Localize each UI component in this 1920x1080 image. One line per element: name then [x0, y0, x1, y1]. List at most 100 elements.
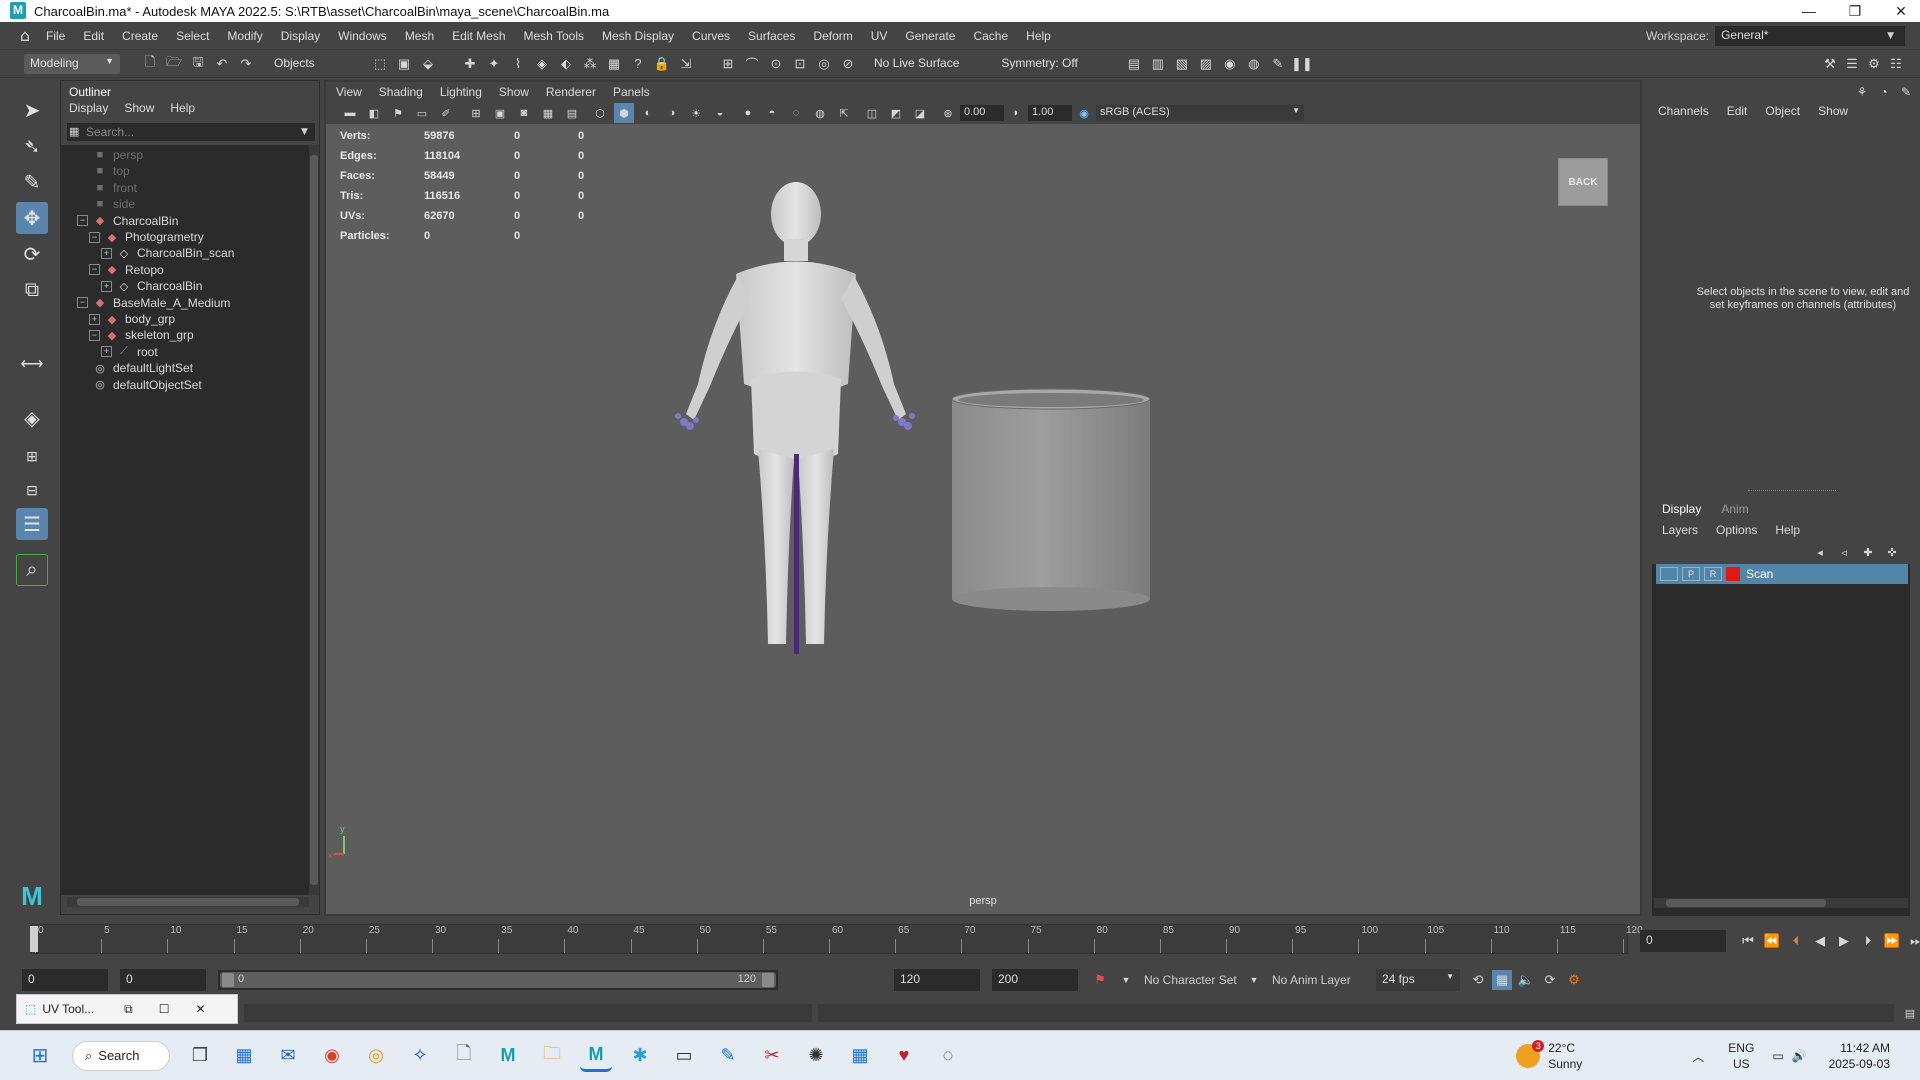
panel-splitter[interactable]	[1748, 490, 1836, 491]
layer-menu-item-1[interactable]: Options	[1716, 523, 1757, 537]
textured-icon[interactable]: ◑	[662, 103, 682, 123]
depth-of-field-icon[interactable]: ◍	[810, 103, 830, 123]
shadows-icon[interactable]: ◒	[710, 103, 730, 123]
ipr-render-icon[interactable]: ▧	[1172, 54, 1192, 74]
weather-widget[interactable]: 22°C Sunny	[1548, 1040, 1582, 1072]
channel-box-menu-item-2[interactable]: Object	[1765, 104, 1800, 118]
channel-box-menu-item-0[interactable]: Channels	[1658, 104, 1709, 118]
menu-item-15[interactable]: Generate	[905, 29, 955, 43]
snap-grid-icon[interactable]: ⊞	[718, 54, 738, 74]
scene-end-field[interactable]: 200	[992, 969, 1078, 991]
layer-row-scan[interactable]: P R Scan	[1656, 564, 1908, 584]
color-space-dropdown[interactable]: sRGB (ACES) ▼	[1096, 105, 1304, 121]
layer-reference-toggle[interactable]: R	[1704, 567, 1722, 581]
grease-pencil-icon[interactable]: ✐	[436, 103, 456, 123]
gate-mask-icon[interactable]: ▦	[538, 103, 558, 123]
select-by-joint-icon[interactable]: ✦	[484, 54, 504, 74]
new-layer-from-selection-icon[interactable]: ✜	[1882, 542, 1902, 562]
redo-icon[interactable]: ↷	[236, 54, 256, 74]
fps-dropdown[interactable]: 24 fps ▼	[1376, 969, 1460, 991]
light-editor-icon[interactable]: ✎	[1268, 54, 1288, 74]
channel-box-menu-item-3[interactable]: Show	[1818, 104, 1848, 118]
volume-icon[interactable]: 🔊	[1792, 1049, 1807, 1063]
terminal-icon[interactable]: ▭	[668, 1040, 700, 1072]
slack-icon[interactable]: ✱	[624, 1040, 656, 1072]
last-tool-icon[interactable]: ⟷	[16, 348, 48, 380]
restore-icon[interactable]: ❐	[1832, 0, 1878, 22]
snap-surface-icon[interactable]: ◎	[814, 54, 834, 74]
expand-icon[interactable]: +	[89, 313, 100, 325]
home-icon[interactable]: ⌂	[12, 26, 38, 45]
menu-item-13[interactable]: Deform	[813, 29, 852, 43]
outliner-menu-item-1[interactable]: Show	[124, 101, 154, 115]
snap-curve-icon[interactable]: ⌒	[742, 54, 762, 74]
menu-item-9[interactable]: Mesh Tools	[524, 29, 584, 43]
maya-active-icon[interactable]: M	[580, 1040, 612, 1072]
select-by-misc-icon[interactable]: ?	[628, 54, 648, 74]
step-forward-key-icon[interactable]: ⏩	[1882, 931, 1902, 951]
collapse-icon[interactable]: −	[77, 215, 88, 227]
use-all-lights-icon[interactable]: ☀	[686, 103, 706, 123]
exposure-field[interactable]: 0.00	[960, 105, 1004, 121]
select-by-handle-icon[interactable]: ✚	[460, 54, 480, 74]
save-scene-icon[interactable]: 🖫	[188, 54, 208, 74]
layer-tab-1[interactable]: Anim	[1721, 502, 1748, 516]
smooth-shade-icon[interactable]: ⬢	[614, 103, 634, 123]
anim-layer-dropdown[interactable]: No Anim Layer	[1272, 973, 1368, 987]
select-by-curve-icon[interactable]: ⌇	[508, 54, 528, 74]
select-by-surface-icon[interactable]: ◈	[532, 54, 552, 74]
viewport-panel[interactable]: View Shading Lighting Show Renderer Panels ▬ …	[324, 80, 1642, 916]
network-icon[interactable]: ▭	[1772, 1049, 1783, 1063]
charcoal-bin-cylinder[interactable]	[951, 388, 1151, 611]
select-object-icon[interactable]: ▣	[394, 54, 414, 74]
xray-joints-icon[interactable]: ◩	[886, 103, 906, 123]
bookmark-icon[interactable]: ⚑	[388, 103, 408, 123]
menu-item-11[interactable]: Curves	[692, 29, 730, 43]
time-ruler[interactable]: 0 5 10 15 20 25 30 35 40 45 50 55 60 65 70 75 80 85 90 95 10…	[30, 924, 1643, 954]
outliner-menu-item-0[interactable]: Display	[69, 101, 108, 115]
outliner-vscrollbar[interactable]	[309, 145, 319, 895]
menu-item-16[interactable]: Cache	[973, 29, 1008, 43]
range-start-handle[interactable]	[222, 973, 234, 987]
language-indicator[interactable]: ENG US	[1728, 1040, 1754, 1072]
viewport-menu-item-0[interactable]: View	[336, 85, 362, 99]
chevron-down-icon[interactable]: ▼	[1116, 970, 1136, 990]
render-frame-icon[interactable]: ▥	[1148, 54, 1168, 74]
selection-mode-dropdown[interactable]: Objects	[268, 53, 368, 74]
xray-icon[interactable]: ◫	[862, 103, 882, 123]
exposure-icon[interactable]: ⊛	[938, 103, 958, 123]
auto-key-icon[interactable]: ⚑	[1090, 970, 1110, 990]
expand-icon[interactable]: +	[101, 247, 112, 259]
snap-view-icon[interactable]: ⊡	[790, 54, 810, 74]
play-forwards-icon[interactable]: ▶	[1834, 931, 1854, 951]
float-window-icon[interactable]: ⧉	[124, 1002, 133, 1017]
step-back-frame-icon[interactable]: ⏴	[1786, 931, 1806, 951]
layer-hscrollbar[interactable]	[1654, 898, 1908, 908]
new-scene-icon[interactable]: 🗋	[140, 54, 160, 74]
menu-item-6[interactable]: Windows	[338, 29, 387, 43]
file-explorer-icon[interactable]: 🗀	[536, 1040, 568, 1072]
menu-item-2[interactable]: Create	[122, 29, 158, 43]
select-camera-icon[interactable]: ▬	[340, 103, 360, 123]
paint-icon[interactable]: ✎	[712, 1040, 744, 1072]
windows-start-icon[interactable]: ⊞	[24, 1040, 56, 1072]
menu-item-0[interactable]: File	[46, 29, 65, 43]
chevron-down-icon[interactable]: ▼	[1244, 970, 1264, 990]
scale-tool-icon[interactable]: ⧉	[16, 274, 48, 306]
attribute-editor-icon[interactable]: ☰	[1842, 54, 1862, 74]
menu-item-4[interactable]: Modify	[227, 29, 262, 43]
single-view-layout-icon[interactable]: ◈	[16, 402, 48, 434]
wireframe-on-shaded-icon[interactable]: ◐	[638, 103, 658, 123]
outlook-icon[interactable]: ✉	[272, 1040, 304, 1072]
maya-taskbar-icon[interactable]: M	[492, 1040, 524, 1072]
close-icon[interactable]: ✕	[1878, 0, 1920, 22]
two-view-layout-icon[interactable]: ⊟	[16, 474, 48, 506]
undo-icon[interactable]: ↶	[212, 54, 232, 74]
calculator-icon[interactable]: ▦	[844, 1040, 876, 1072]
expand-icon[interactable]: +	[101, 346, 112, 358]
time-slider[interactable]: 0 5 10 15 20 25 30 35 40 45 50 55 60 65 70 75 80 85 90 95 10…	[22, 922, 1643, 956]
range-slider-bar[interactable]: 0 120	[218, 970, 778, 990]
uv-toolkit-window[interactable]: ⬚ UV Tool... ⧉ ☐ ✕	[16, 994, 238, 1024]
maximize-icon[interactable]: ☐	[159, 1002, 170, 1016]
channel-box-icon[interactable]: ☷	[1886, 54, 1906, 74]
